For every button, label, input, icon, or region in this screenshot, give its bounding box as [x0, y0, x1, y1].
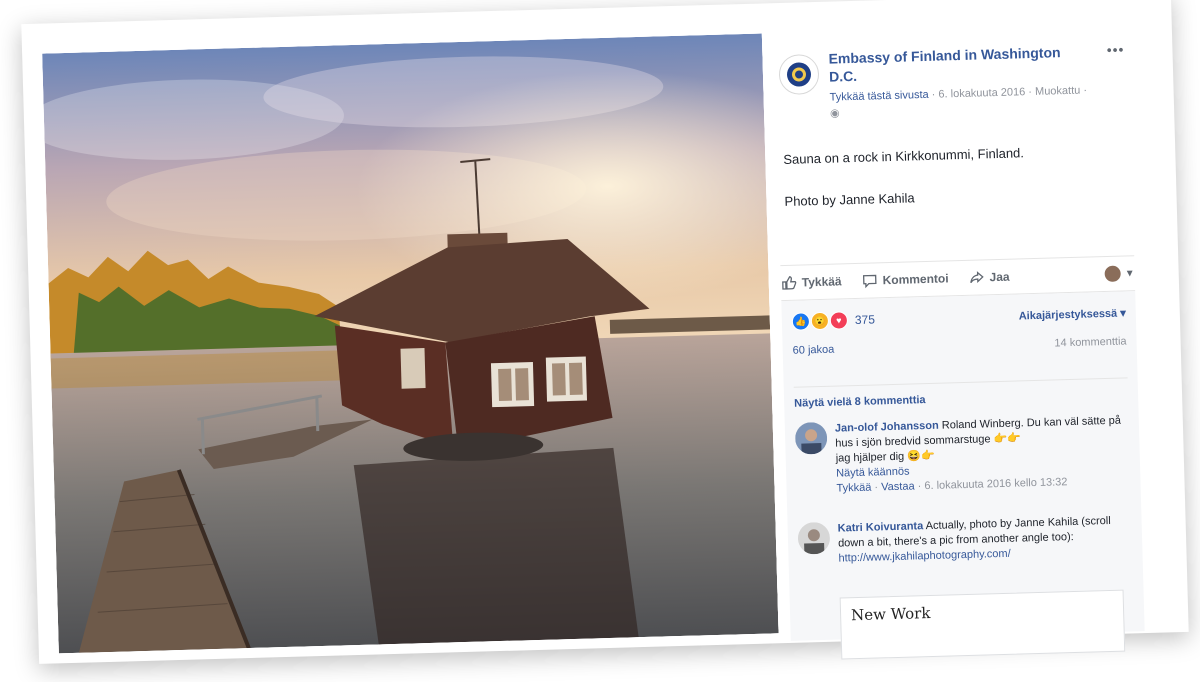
- engagement-section: 👍 😮 ♥ 375 Aikajärjestyksessä ▾ 60 jakoa …: [781, 291, 1145, 660]
- thumbs-up-icon: [782, 276, 797, 290]
- post-as-selector[interactable]: ▼: [1104, 265, 1135, 283]
- page-name-link[interactable]: Embassy of Finland in Washington D.C.: [828, 43, 1079, 86]
- comment-text-continued: jag hjälper dig 😆👉: [835, 449, 935, 465]
- facebook-post-card: Embassy of Finland in Washington D.C. Ty…: [21, 0, 1189, 664]
- post-header: Embassy of Finland in Washington D.C. Ty…: [776, 41, 1130, 141]
- post-date[interactable]: 6. lokakuuta 2016: [938, 86, 1025, 100]
- comment-sort-dropdown[interactable]: Aikajärjestyksessä ▾: [1019, 306, 1126, 322]
- comment-item: Jan-olof Johansson Roland Winberg. Du ka…: [794, 413, 1131, 512]
- like-page-link[interactable]: Tykkää tästä sivusta: [829, 89, 928, 104]
- more-dots-icon[interactable]: •••: [1106, 41, 1124, 57]
- post-panel: Embassy of Finland in Washington D.C. Ty…: [761, 22, 1159, 660]
- reaction-count[interactable]: 375: [855, 312, 875, 327]
- comment-reply-link[interactable]: Vastaa: [881, 480, 915, 493]
- see-translation-link[interactable]: Näytä käännös: [836, 466, 910, 480]
- post-text: Sauna on a rock in Kirkkonummi, Finland.…: [783, 141, 1125, 234]
- counts-row: 60 jakoa 14 kommenttia: [793, 335, 1127, 356]
- share-count[interactable]: 60 jakoa: [793, 344, 835, 357]
- page-avatar[interactable]: [778, 53, 820, 96]
- edited-label[interactable]: Muokattu: [1035, 85, 1081, 98]
- globe-icon: ◉: [829, 107, 840, 120]
- link-preview-title: New Work: [850, 604, 931, 625]
- chevron-down-icon: ▾: [1120, 306, 1126, 320]
- chevron-down-icon: ▼: [1124, 267, 1135, 279]
- sort-label: Aikajärjestyksessä: [1018, 307, 1118, 322]
- meta-separator: ·: [1083, 84, 1088, 97]
- wow-reaction-icon[interactable]: 😮: [810, 311, 830, 331]
- view-more-comments-link[interactable]: Näytä vielä 8 kommenttia: [793, 377, 1129, 410]
- comment-bubble-icon: [862, 274, 877, 289]
- comment-count[interactable]: 14 kommenttia: [1054, 335, 1126, 349]
- love-reaction-icon[interactable]: ♥: [829, 311, 849, 330]
- comment-button[interactable]: Kommentoi: [861, 270, 949, 289]
- share-arrow-icon: [970, 271, 984, 284]
- comment-url-link[interactable]: http://www.jkahilaphotography.com/: [838, 548, 1010, 565]
- commenter-avatar[interactable]: [794, 421, 828, 455]
- comment-button-label: Kommentoi: [882, 271, 949, 288]
- comment-author[interactable]: Jan-olof Johansson: [835, 420, 939, 435]
- reactions-row: 👍 😮 ♥ 375 Aikajärjestyksessä ▾: [791, 301, 1126, 332]
- like-button-label: Tykkää: [801, 274, 842, 290]
- comment-meta: Tykkää · Vastaa · 6. lokakuuta 2016 kell…: [836, 476, 1068, 495]
- link-preview-card[interactable]: New Work: [839, 589, 1126, 660]
- comment-body: Jan-olof Johansson Roland Winberg. Du ka…: [835, 414, 1127, 497]
- share-button[interactable]: Jaa: [968, 269, 1010, 286]
- post-caption: Sauna on a rock in Kirkkonummi, Finland.: [783, 145, 1025, 167]
- avatar-photo: [794, 421, 828, 455]
- comment-author[interactable]: Katri Koivuranta: [838, 520, 924, 534]
- like-reaction-icon[interactable]: 👍: [791, 312, 811, 331]
- post-meta: Tykkää tästä sivusta · 6. lokakuuta 2016…: [829, 82, 1090, 121]
- user-avatar: [1104, 265, 1121, 283]
- avatar-photo: [797, 521, 831, 555]
- commenter-avatar[interactable]: [797, 521, 831, 555]
- comment-like-link[interactable]: Tykkää: [836, 482, 871, 495]
- share-button-label: Jaa: [989, 269, 1010, 285]
- embassy-seal-icon: [786, 62, 811, 87]
- comment-body: Katri Koivuranta Actually, photo by Jann…: [837, 513, 1128, 566]
- post-credit: Photo by Janne Kahila: [784, 190, 915, 209]
- comment-timestamp[interactable]: 6. lokakuuta 2016 kello 13:32: [924, 476, 1067, 492]
- like-button[interactable]: Tykkää: [781, 273, 842, 291]
- comment-item: Katri Koivuranta Actually, photo by Jann…: [797, 513, 1134, 592]
- sauna-lake-photo: [42, 33, 779, 654]
- post-photo[interactable]: [42, 33, 779, 654]
